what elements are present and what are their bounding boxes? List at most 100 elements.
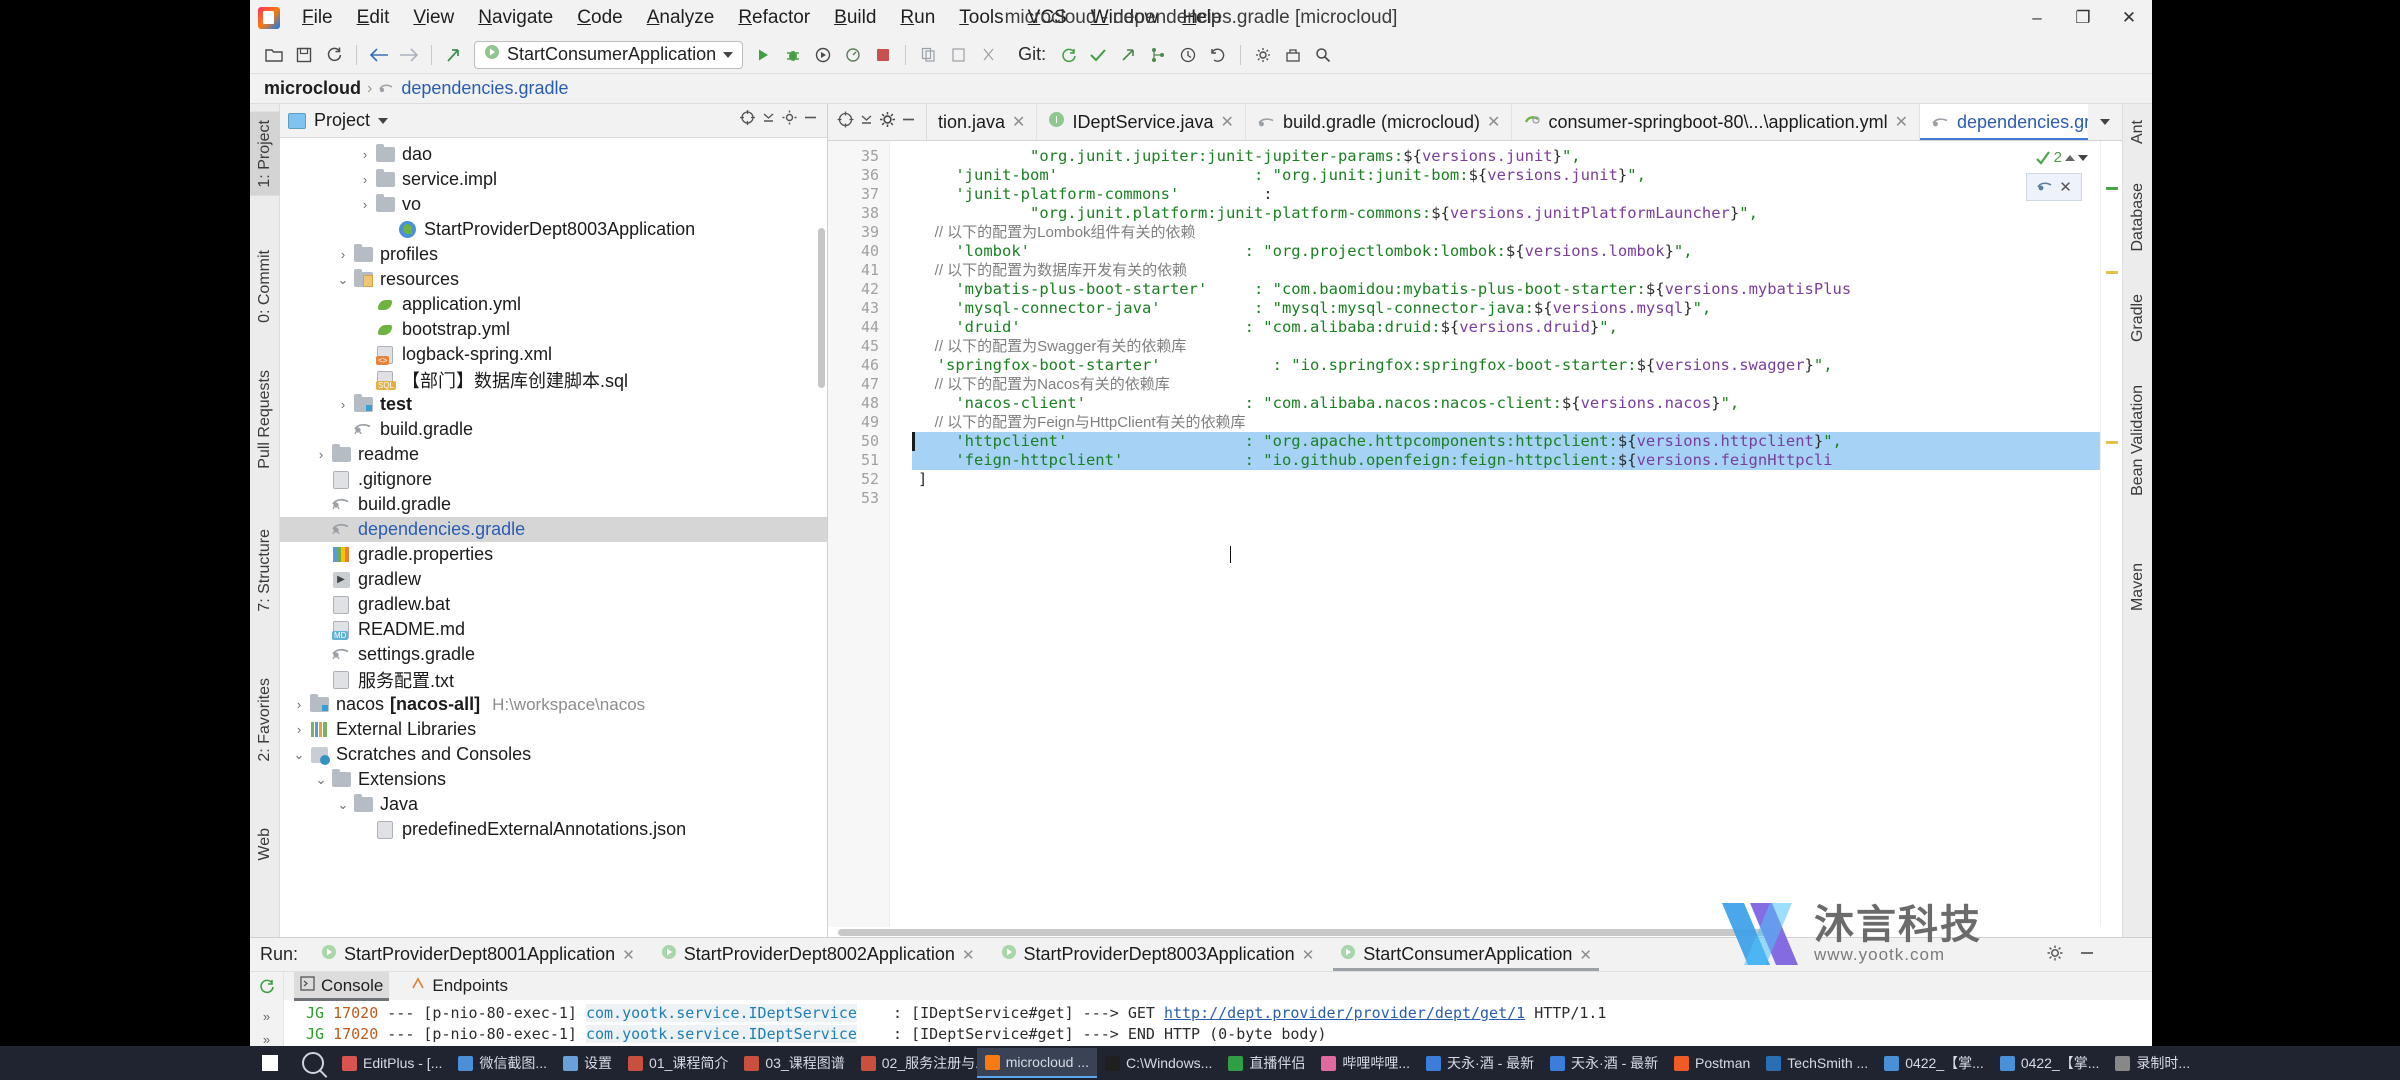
code-line[interactable]: "org.junit.platform:junit-platform-commo… xyxy=(912,204,2100,223)
taskbar-app[interactable]: C:\Windows... xyxy=(1097,1048,1220,1078)
menu-edit[interactable]: Edit xyxy=(345,3,402,33)
tree-item[interactable]: ›bootstrap.yml xyxy=(280,317,827,342)
update-project-icon[interactable] xyxy=(1054,42,1082,68)
editor-horizontal-scrollbar[interactable] xyxy=(828,927,2122,937)
settings-icon[interactable] xyxy=(1249,42,1277,68)
taskbar-app[interactable]: 直播伴侣 xyxy=(1220,1048,1313,1078)
tree-item[interactable]: ›gradle.properties xyxy=(280,542,827,567)
close-icon[interactable]: ✕ xyxy=(1487,112,1500,132)
close-button[interactable]: ✕ xyxy=(2106,0,2152,36)
tree-item[interactable]: › profiles xyxy=(280,242,827,267)
gear-icon[interactable] xyxy=(878,110,897,135)
tool-strip-2-favorites[interactable]: 2: Favorites xyxy=(250,670,280,770)
tree-item[interactable]: ›StartProviderDept8003Application xyxy=(280,217,827,242)
editor-tab[interactable]: consumer-springboot-80\...\application.y… xyxy=(1512,104,1921,140)
editor-marker-strip[interactable] xyxy=(2100,141,2122,927)
taskbar-apps[interactable]: EditPlus - [... 微信截图... 设置 01_课程简介 03_课程图谱 02… xyxy=(334,1048,2198,1078)
code-line[interactable]: 'mybatis-plus-boot-starter' : "com.baomi… xyxy=(912,280,2100,299)
taskbar-app[interactable]: microcloud ... xyxy=(976,1048,1097,1078)
collapse-all-icon[interactable] xyxy=(760,109,777,132)
start-button[interactable] xyxy=(248,1046,292,1080)
chevron-right-icon[interactable]: › xyxy=(290,722,308,737)
expand-icon[interactable]: » xyxy=(263,1009,270,1024)
taskbar-app[interactable]: TechSmith ... xyxy=(1758,1048,1876,1078)
code-line[interactable]: 'springfox-boot-starter' : "io.springfox… xyxy=(912,356,2100,375)
tree-item[interactable]: ⌄ resources xyxy=(280,267,827,292)
chevron-down-icon[interactable] xyxy=(378,117,389,124)
run-tab-bar[interactable]: Run: StartProviderDept8001Application ✕ St… xyxy=(250,938,2152,971)
left-tool-strip[interactable]: 1: Project 0: Commit Pull Requests 7: Struc… xyxy=(250,104,280,937)
code-line[interactable]: // 以下的配置为数据库开发有关的依赖 xyxy=(912,261,2100,280)
tree-item[interactable]: ›README.md xyxy=(280,617,827,642)
chevron-down-icon[interactable]: ⌄ xyxy=(312,772,330,788)
editor-tab[interactable]: dependencies.gradle✕ xyxy=(1920,104,2088,140)
breadcrumb-file[interactable]: dependencies.gradle xyxy=(401,78,568,99)
code-line[interactable]: 'nacos-client' : "com.alibaba.nacos:naco… xyxy=(912,394,2100,413)
tree-item[interactable]: › test xyxy=(280,392,827,417)
code-line[interactable]: 'feign-httpclient' : "io.github.openfeig… xyxy=(912,451,2100,470)
right-tool-strip[interactable]: Ant Database Gradle Bean Validation Maven xyxy=(2122,104,2152,937)
tree-item[interactable]: › dao xyxy=(280,142,827,167)
chevron-right-icon[interactable]: › xyxy=(356,197,374,212)
tree-item[interactable]: ›.gitignore xyxy=(280,467,827,492)
code-line[interactable]: // 以下的配置为Swagger有关的依赖库 xyxy=(912,337,2100,356)
profile-icon[interactable] xyxy=(839,42,867,68)
tree-item[interactable]: ⌄ Java xyxy=(280,792,827,817)
tool-strip-ant[interactable]: Ant xyxy=(2123,112,2152,152)
tree-item[interactable]: › readme xyxy=(280,442,827,467)
menu-build[interactable]: Build xyxy=(822,3,888,33)
maximize-button[interactable]: ❐ xyxy=(2060,0,2106,36)
minimize-button[interactable]: – xyxy=(2014,0,2060,36)
chevron-right-icon[interactable]: › xyxy=(334,247,352,262)
run-subtab[interactable]: Console xyxy=(294,972,390,1001)
tree-item[interactable]: ›服务配置.txt xyxy=(280,667,827,692)
run-configuration-selector[interactable]: StartConsumerApplication xyxy=(474,40,744,69)
run-tab[interactable]: StartConsumerApplication ✕ xyxy=(1327,938,1605,971)
tree-item[interactable]: ›gradlew.bat xyxy=(280,592,827,617)
taskbar-app[interactable]: 微信截图... xyxy=(450,1048,555,1078)
code-line[interactable] xyxy=(912,489,2100,508)
open-folder-icon[interactable] xyxy=(260,42,288,68)
run-tab[interactable]: StartProviderDept8003Application ✕ xyxy=(988,938,1328,971)
sync-icon[interactable] xyxy=(320,42,348,68)
close-icon[interactable]: ✕ xyxy=(2059,178,2072,196)
rollback-icon[interactable] xyxy=(1204,42,1232,68)
menu-refactor[interactable]: Refactor xyxy=(726,3,822,33)
build-icon[interactable] xyxy=(1279,42,1307,68)
project-panel-tools[interactable] xyxy=(739,109,819,132)
hide-panel-icon[interactable] xyxy=(899,110,918,135)
back-icon[interactable] xyxy=(365,42,393,68)
locate-icon[interactable] xyxy=(836,110,855,135)
menu-bar[interactable]: File xyxy=(290,3,345,33)
project-panel-header[interactable]: Project xyxy=(280,104,827,138)
tree-item[interactable]: › vo xyxy=(280,192,827,217)
taskbar-app[interactable]: EditPlus - [... xyxy=(334,1048,450,1078)
hide-panel-icon[interactable] xyxy=(2078,944,2096,968)
tree-item[interactable]: ⌄ Scratches and Consoles xyxy=(280,742,827,767)
editor-tab[interactable]: build.gradle (microcloud) ✕ xyxy=(1246,104,1513,140)
tree-item[interactable]: ›build.gradle xyxy=(280,492,827,517)
tree-item[interactable]: › External Libraries xyxy=(280,717,827,742)
code-line[interactable]: // 以下的配置为Lombok组件有关的依赖 xyxy=(912,223,2100,242)
commit-icon[interactable] xyxy=(1084,42,1112,68)
rerun-icon[interactable] xyxy=(258,978,275,1001)
inspection-status-badge[interactable]: 2 xyxy=(2035,149,2088,166)
code-line[interactable]: ] xyxy=(912,470,2100,489)
editor-tab[interactable]: I IDeptService.java ✕ xyxy=(1037,104,1246,140)
copy-icon[interactable] xyxy=(914,42,942,68)
locate-icon[interactable] xyxy=(739,109,756,132)
tree-item[interactable]: ›settings.gradle xyxy=(280,642,827,667)
menu-view[interactable]: View xyxy=(401,3,466,33)
chevron-right-icon[interactable]: › xyxy=(356,172,374,187)
project-scrollbar-thumb[interactable] xyxy=(818,228,825,388)
tree-item[interactable]: ›build.gradle xyxy=(280,417,827,442)
taskbar-app[interactable]: 设置 xyxy=(555,1048,620,1078)
breadcrumb-project[interactable]: microcloud xyxy=(264,78,361,99)
breadcrumb[interactable]: microcloud › dependencies.gradle xyxy=(250,74,2152,104)
run-panel-window-controls[interactable] xyxy=(2046,944,2096,968)
forward-icon[interactable] xyxy=(395,42,423,68)
code-line[interactable]: 'junit-bom' : "org.junit:junit-bom:${ver… xyxy=(912,166,2100,185)
gear-icon[interactable] xyxy=(2046,944,2064,968)
debug-icon[interactable] xyxy=(779,42,807,68)
tool-strip-0-commit[interactable]: 0: Commit xyxy=(250,242,280,331)
